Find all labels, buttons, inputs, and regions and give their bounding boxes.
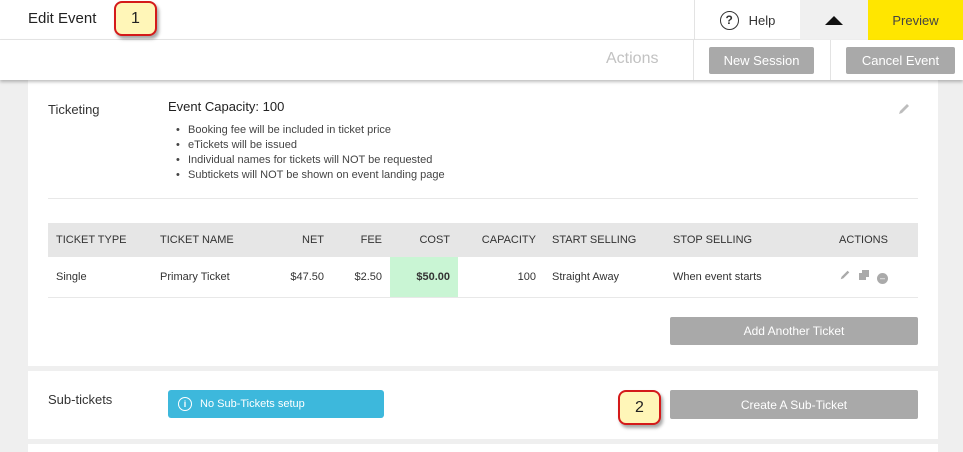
column-header: START SELLING bbox=[544, 223, 665, 257]
page-title: Edit Event bbox=[28, 10, 97, 27]
divider bbox=[693, 40, 694, 80]
tickets-table: TICKET TYPE TICKET NAME NET FEE COST CAP… bbox=[48, 223, 918, 298]
table-header-row: TICKET TYPE TICKET NAME NET FEE COST CAP… bbox=[48, 223, 918, 257]
note-item: Subtickets will NOT be shown on event la… bbox=[176, 168, 445, 183]
ticket-type-cell: Single bbox=[48, 257, 152, 298]
net-cell: $47.50 bbox=[264, 257, 332, 298]
info-circle-icon: i bbox=[178, 397, 192, 411]
ticketing-section-label: Ticketing bbox=[48, 102, 100, 117]
cancel-event-button[interactable]: Cancel Event bbox=[846, 47, 955, 74]
info-badge-text: No Sub-Tickets setup bbox=[200, 398, 305, 410]
triangle-up-icon bbox=[825, 15, 843, 25]
column-header: STOP SELLING bbox=[665, 223, 809, 257]
sub-tickets-panel: Sub-tickets i No Sub-Tickets setup Creat… bbox=[28, 371, 938, 439]
minus-circle-icon[interactable]: – bbox=[877, 272, 889, 284]
add-another-ticket-button[interactable]: Add Another Ticket bbox=[670, 317, 918, 345]
preview-button[interactable]: Preview bbox=[868, 0, 963, 40]
note-item: eTickets will be issued bbox=[176, 138, 445, 153]
event-capacity: Event Capacity: 100 bbox=[168, 99, 285, 114]
column-header: FEE bbox=[332, 223, 390, 257]
callout-marker: 1 bbox=[114, 1, 157, 36]
fee-cell: $2.50 bbox=[332, 257, 390, 298]
new-session-button[interactable]: New Session bbox=[709, 47, 814, 74]
table-row: Single Primary Ticket $47.50 $2.50 $50.0… bbox=[48, 257, 918, 298]
ticketing-notes-list: Booking fee will be included in ticket p… bbox=[176, 123, 445, 183]
note-item: Individual names for tickets will NOT be… bbox=[176, 153, 445, 168]
actions-cell: – bbox=[809, 257, 918, 298]
pencil-icon[interactable] bbox=[839, 269, 851, 284]
stop-selling-cell: When event starts bbox=[665, 257, 809, 298]
column-header: ACTIONS bbox=[809, 223, 918, 257]
callout-marker: 2 bbox=[618, 390, 661, 425]
column-header: CAPACITY bbox=[458, 223, 544, 257]
no-sub-tickets-badge: i No Sub-Tickets setup bbox=[168, 390, 384, 418]
question-circle-icon: ? bbox=[719, 10, 739, 30]
collapse-toggle-button[interactable] bbox=[800, 0, 868, 40]
help-button[interactable]: ? Help bbox=[694, 0, 800, 40]
start-selling-cell: Straight Away bbox=[544, 257, 665, 298]
divider bbox=[830, 40, 831, 80]
column-header: TICKET TYPE bbox=[48, 223, 152, 257]
capacity-cell: 100 bbox=[458, 257, 544, 298]
next-panel bbox=[28, 444, 938, 452]
sub-tickets-section-label: Sub-tickets bbox=[48, 392, 113, 407]
column-header: COST bbox=[390, 223, 458, 257]
column-header: TICKET NAME bbox=[152, 223, 264, 257]
pencil-icon[interactable] bbox=[897, 102, 913, 118]
actions-label: Actions bbox=[606, 50, 659, 67]
copy-icon[interactable] bbox=[858, 269, 870, 284]
create-sub-ticket-button[interactable]: Create A Sub-Ticket bbox=[670, 390, 918, 419]
divider bbox=[48, 198, 918, 199]
actions-bar: Actions New Session Cancel Event bbox=[0, 40, 963, 80]
ticketing-panel: Ticketing Event Capacity: 100 Booking fe… bbox=[28, 80, 938, 366]
help-label: Help bbox=[748, 12, 776, 28]
ticket-name-cell: Primary Ticket bbox=[152, 257, 264, 298]
column-header: NET bbox=[264, 223, 332, 257]
note-item: Booking fee will be included in ticket p… bbox=[176, 123, 445, 138]
cost-cell: $50.00 bbox=[390, 257, 458, 298]
